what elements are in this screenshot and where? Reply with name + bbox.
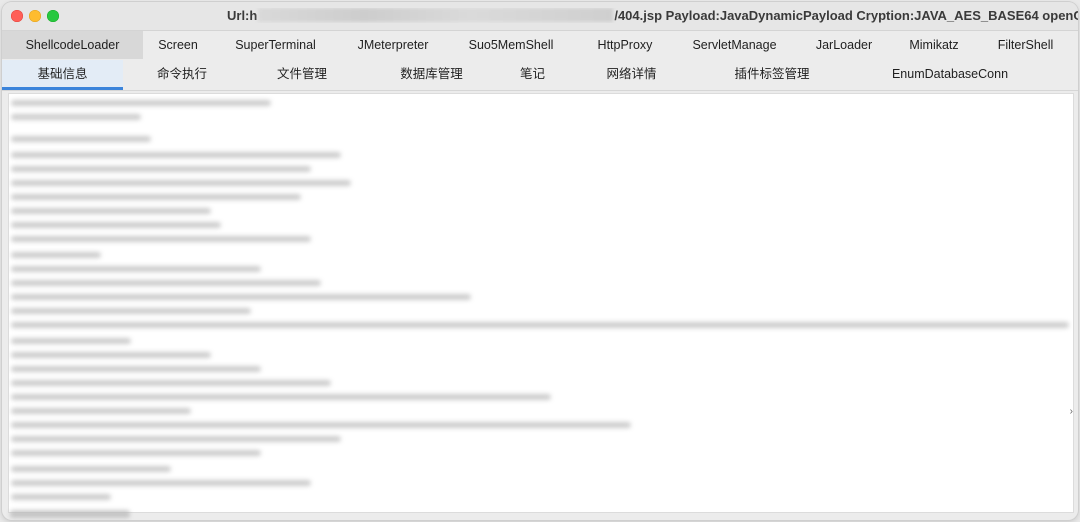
blurred-text-line bbox=[11, 208, 211, 214]
tab-network-details[interactable]: 网络详情 bbox=[565, 60, 698, 90]
window-title-suffix: /404.jsp Payload:JavaDynamicPayload Cryp… bbox=[614, 8, 1078, 23]
blurred-text-line bbox=[11, 408, 191, 414]
blurred-text-line bbox=[11, 114, 141, 120]
blurred-text-line bbox=[11, 422, 631, 428]
blurred-text-line bbox=[11, 280, 321, 286]
tab-file-manager[interactable]: 文件管理 bbox=[241, 60, 363, 90]
minimize-window-button[interactable] bbox=[29, 10, 41, 22]
blurred-text-line bbox=[11, 166, 311, 172]
tab-database-manager[interactable]: 数据库管理 bbox=[363, 60, 500, 90]
window-title: Url:h/404.jsp Payload:JavaDynamicPayload… bbox=[227, 8, 1078, 23]
title-bar[interactable]: Url:h/404.jsp Payload:JavaDynamicPayload… bbox=[2, 2, 1078, 31]
plugin-tab-bar: ShellcodeLoader Screen SuperTerminal JMe… bbox=[2, 31, 1078, 59]
tab-shellcodeloader[interactable]: ShellcodeLoader bbox=[2, 31, 143, 59]
tab-suo5memshell[interactable]: Suo5MemShell bbox=[448, 31, 574, 59]
blurred-text-line bbox=[11, 366, 261, 372]
tab-jarloader[interactable]: JarLoader bbox=[793, 31, 895, 59]
blurred-text-line bbox=[11, 380, 331, 386]
tab-superterminal[interactable]: SuperTerminal bbox=[213, 31, 338, 59]
blurred-text-line bbox=[11, 308, 251, 314]
blurred-text-line bbox=[11, 436, 341, 442]
tab-jmeterpreter[interactable]: JMeterpreter bbox=[338, 31, 448, 59]
blurred-text-line bbox=[11, 322, 1069, 328]
blurred-status-text bbox=[10, 510, 130, 518]
app-window: Url:h/404.jsp Payload:JavaDynamicPayload… bbox=[2, 2, 1078, 520]
tab-servletmanage[interactable]: ServletManage bbox=[676, 31, 793, 59]
blurred-text-line bbox=[11, 180, 351, 186]
tab-enum-database-conn[interactable]: EnumDatabaseConn bbox=[846, 60, 1054, 90]
blurred-text-line bbox=[11, 152, 341, 158]
scroll-indicator-icon[interactable]: › bbox=[1070, 406, 1073, 417]
blurred-text-line bbox=[11, 100, 271, 106]
blurred-text-line bbox=[11, 266, 261, 272]
redacted-url bbox=[258, 8, 614, 22]
tab-command-exec[interactable]: 命令执行 bbox=[123, 60, 241, 90]
blurred-text-line bbox=[11, 136, 151, 142]
tab-filtershell[interactable]: FilterShell bbox=[973, 31, 1078, 59]
tab-basic-info[interactable]: 基础信息 bbox=[2, 60, 123, 90]
window-title-prefix: Url:h bbox=[227, 8, 258, 23]
zoom-window-button[interactable] bbox=[47, 10, 59, 22]
close-window-button[interactable] bbox=[11, 10, 23, 22]
basic-info-panel[interactable]: › bbox=[8, 93, 1074, 513]
blurred-text-line bbox=[11, 222, 221, 228]
blurred-text-line bbox=[11, 394, 551, 400]
blurred-text-line bbox=[11, 466, 171, 472]
blurred-text-line bbox=[11, 352, 211, 358]
tab-httpproxy[interactable]: HttpProxy bbox=[574, 31, 676, 59]
tab-plugin-tag-manager[interactable]: 插件标签管理 bbox=[698, 60, 846, 90]
blurred-text-line bbox=[11, 294, 471, 300]
blurred-text-line bbox=[11, 338, 131, 344]
blurred-text-line bbox=[11, 236, 311, 242]
blurred-text-line bbox=[11, 450, 261, 456]
tab-mimikatz[interactable]: Mimikatz bbox=[895, 31, 973, 59]
blurred-text-line bbox=[11, 252, 101, 258]
tab-notes[interactable]: 笔记 bbox=[500, 60, 565, 90]
blurred-text-line bbox=[11, 194, 301, 200]
blurred-text-line bbox=[11, 480, 311, 486]
blurred-text-line bbox=[11, 494, 111, 500]
tab-screen[interactable]: Screen bbox=[143, 31, 213, 59]
main-tab-bar: 基础信息 命令执行 文件管理 数据库管理 笔记 网络详情 插件标签管理 Enum… bbox=[2, 60, 1078, 91]
